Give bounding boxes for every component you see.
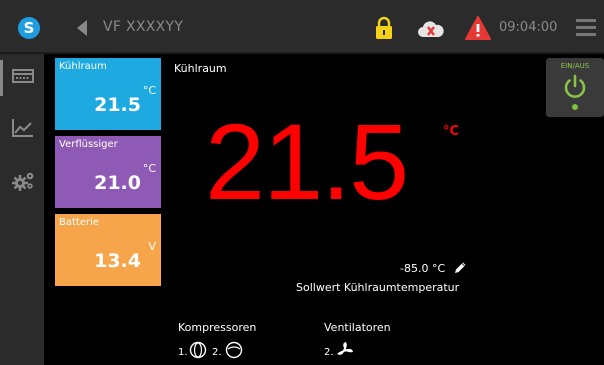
tile-unit: V bbox=[148, 240, 156, 253]
compressor-icon bbox=[225, 341, 243, 359]
sidebar-item-chart[interactable] bbox=[0, 106, 44, 150]
tile-verfluessiger[interactable]: Verflüssiger 21.0 °C bbox=[55, 136, 161, 208]
hamburger-menu-icon[interactable] bbox=[576, 19, 596, 36]
cloud-offline-icon[interactable] bbox=[417, 19, 445, 39]
setpoint-value: -85.0 °C bbox=[400, 262, 446, 275]
chart-icon bbox=[12, 119, 33, 137]
tile-value: 21.0 bbox=[94, 172, 141, 194]
settings-gears-icon bbox=[12, 172, 34, 191]
alarm-warning-icon[interactable] bbox=[465, 16, 491, 40]
back-arrow-icon[interactable] bbox=[76, 19, 88, 37]
tile-value: 13.4 bbox=[94, 250, 141, 272]
tile-kuehlraum[interactable]: Kühlraum 21.5 °C bbox=[55, 58, 161, 130]
compressor-1-number: 1. bbox=[178, 347, 188, 358]
tile-value: 21.5 bbox=[94, 94, 141, 116]
tile-label: Kühlraum bbox=[59, 61, 107, 72]
tile-unit: °C bbox=[142, 162, 156, 175]
lock-icon[interactable] bbox=[374, 16, 394, 40]
main-temperature-unit: °C bbox=[443, 124, 460, 139]
fan-icon bbox=[337, 342, 353, 355]
sidebar bbox=[0, 54, 44, 365]
power-label: EIN/AUS bbox=[560, 62, 590, 70]
compressor-2-number: 2. bbox=[212, 347, 222, 358]
tile-batterie[interactable]: Batterie 13.4 V bbox=[55, 214, 161, 286]
logo: S bbox=[18, 17, 40, 39]
fans-label: Ventilatoren bbox=[324, 321, 391, 334]
power-icon bbox=[564, 74, 586, 98]
setpoint-label: Sollwert Kühlraumtemperatur bbox=[296, 281, 460, 294]
clock-time: 09:04:00 bbox=[499, 20, 558, 35]
fan-2-number: 2. bbox=[324, 347, 334, 358]
sidebar-item-settings[interactable] bbox=[0, 158, 44, 202]
power-toggle-button[interactable]: EIN/AUS bbox=[546, 58, 604, 117]
device-name: VF XXXXYY bbox=[103, 19, 184, 35]
compressors-label: Kompressoren bbox=[178, 321, 257, 334]
main-title: Kühlraum bbox=[174, 62, 227, 75]
pencil-edit-icon[interactable] bbox=[454, 261, 467, 274]
tile-unit: °C bbox=[142, 84, 156, 97]
top-bar: S VF XXXXYY 09:04:00 bbox=[0, 0, 604, 54]
power-status-dot bbox=[572, 104, 578, 110]
main-temperature-value: 21.5 bbox=[205, 101, 409, 222]
active-indicator bbox=[0, 60, 3, 96]
sidebar-item-overview[interactable] bbox=[0, 54, 44, 98]
tile-label: Verflüssiger bbox=[59, 139, 118, 150]
tile-label: Batterie bbox=[59, 217, 100, 228]
overview-icon bbox=[12, 69, 34, 83]
compressor-icon bbox=[189, 341, 207, 359]
